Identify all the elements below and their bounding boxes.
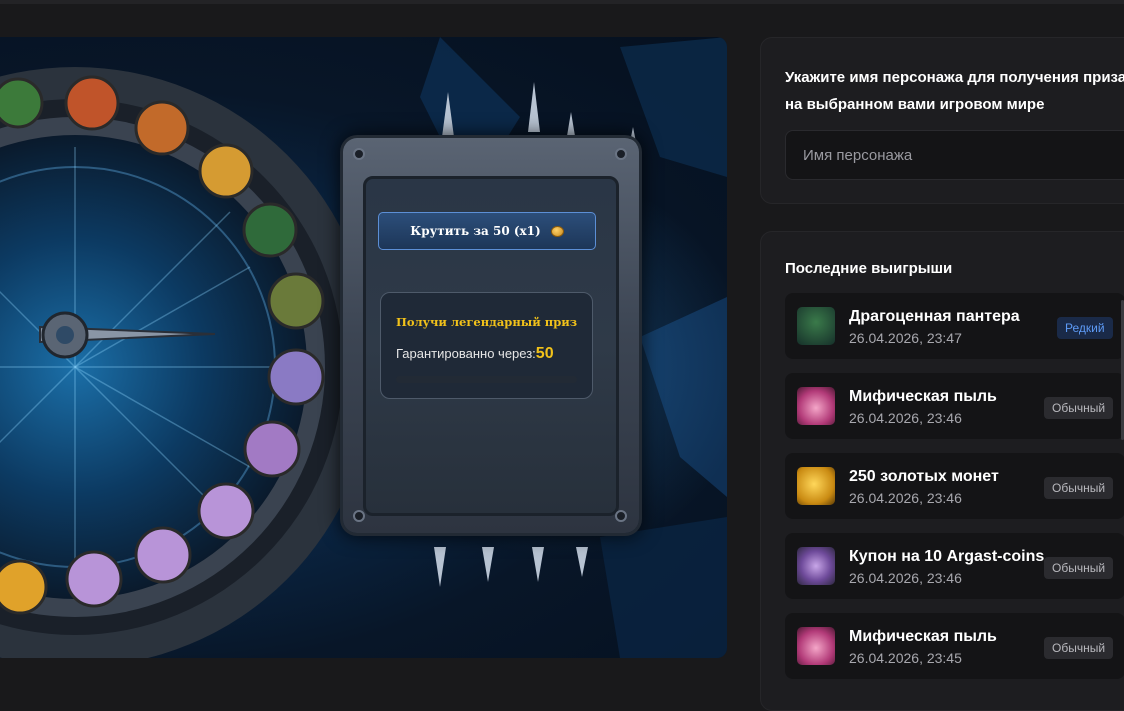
win-date: 26.04.2026, 23:45 (849, 650, 962, 666)
roulette-scene: Крутить за 50 (x1) Получи легендарный пр… (0, 37, 727, 658)
gold-coins-icon (797, 467, 835, 505)
guarantee-count: 50 (535, 345, 554, 362)
rarity-badge: Редкий (1057, 317, 1113, 339)
rivet (615, 510, 627, 522)
win-name: 250 золотых монет (849, 468, 999, 485)
dust-icon (797, 387, 835, 425)
character-name-input[interactable] (785, 130, 1124, 180)
rarity-badge: Обычный (1044, 397, 1114, 419)
win-date: 26.04.2026, 23:47 (849, 330, 962, 346)
top-bar (0, 0, 1124, 4)
dust-icon (797, 627, 835, 665)
list-item[interactable]: Драгоценная пантера 26.04.2026, 23:47 Ре… (785, 293, 1124, 359)
legendary-prize-box: Получи легендарный приз Гарантированно ч… (380, 292, 593, 399)
rarity-badge: Обычный (1044, 557, 1114, 579)
list-item[interactable]: Мифическая пыль 26.04.2026, 23:45 Обычны… (785, 613, 1124, 679)
win-date: 26.04.2026, 23:46 (849, 490, 962, 506)
rivet (615, 148, 627, 160)
rarity-badge: Обычный (1044, 637, 1114, 659)
rivet (353, 510, 365, 522)
win-name: Мифическая пыль (849, 628, 997, 645)
win-date: 26.04.2026, 23:46 (849, 570, 962, 586)
win-name: Мифическая пыль (849, 388, 997, 405)
list-item[interactable]: Мифическая пыль 26.04.2026, 23:46 Обычны… (785, 373, 1124, 439)
legendary-prize-title: Получи легендарный приз (396, 315, 578, 329)
recent-wins-card: Последние выигрыши Драгоценная пантера 2… (760, 231, 1124, 711)
list-item[interactable]: Купон на 10 Argast-coins 26.04.2026, 23:… (785, 533, 1124, 599)
character-name-card: Укажите имя персонажа для получения приз… (760, 37, 1124, 204)
guarantee-label: Гарантированно через: (396, 346, 536, 361)
rarity-badge: Обычный (1044, 477, 1114, 499)
rivet (353, 148, 365, 160)
spin-button[interactable]: Крутить за 50 (x1) (378, 212, 596, 250)
win-name: Драгоценная пантера (849, 308, 1020, 325)
list-item[interactable]: 250 золотых монет 26.04.2026, 23:46 Обыч… (785, 453, 1124, 519)
win-name: Купон на 10 Argast-coins (849, 548, 1045, 565)
spin-button-label: Крутить за 50 (x1) (410, 224, 541, 238)
coin-icon (550, 225, 564, 237)
coupon-icon (797, 547, 835, 585)
guarantee-line: Гарантированно через: 50 (396, 345, 554, 363)
legendary-progress-bar (396, 376, 577, 383)
panther-icon (797, 307, 835, 345)
character-name-title: Укажите имя персонажа для получения приз… (785, 69, 1124, 113)
recent-wins-title: Последние выигрыши (785, 260, 953, 277)
win-date: 26.04.2026, 23:46 (849, 410, 962, 426)
